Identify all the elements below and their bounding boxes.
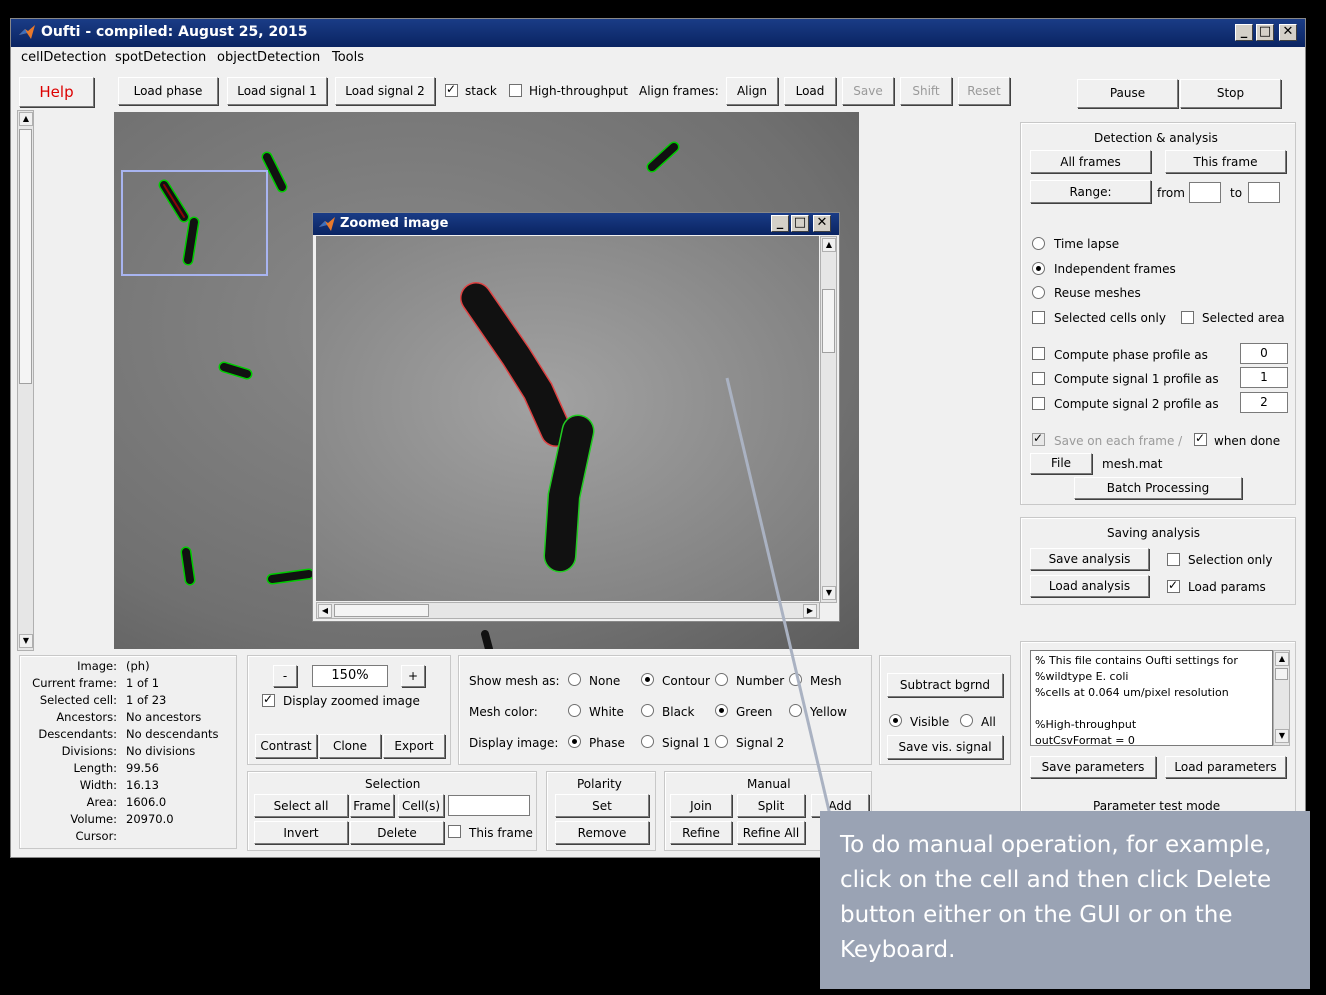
- callout-text: To do manual operation, for example, cli…: [840, 832, 1272, 963]
- callout-line: [725, 377, 832, 816]
- annotation-callout: To do manual operation, for example, cli…: [820, 811, 1310, 989]
